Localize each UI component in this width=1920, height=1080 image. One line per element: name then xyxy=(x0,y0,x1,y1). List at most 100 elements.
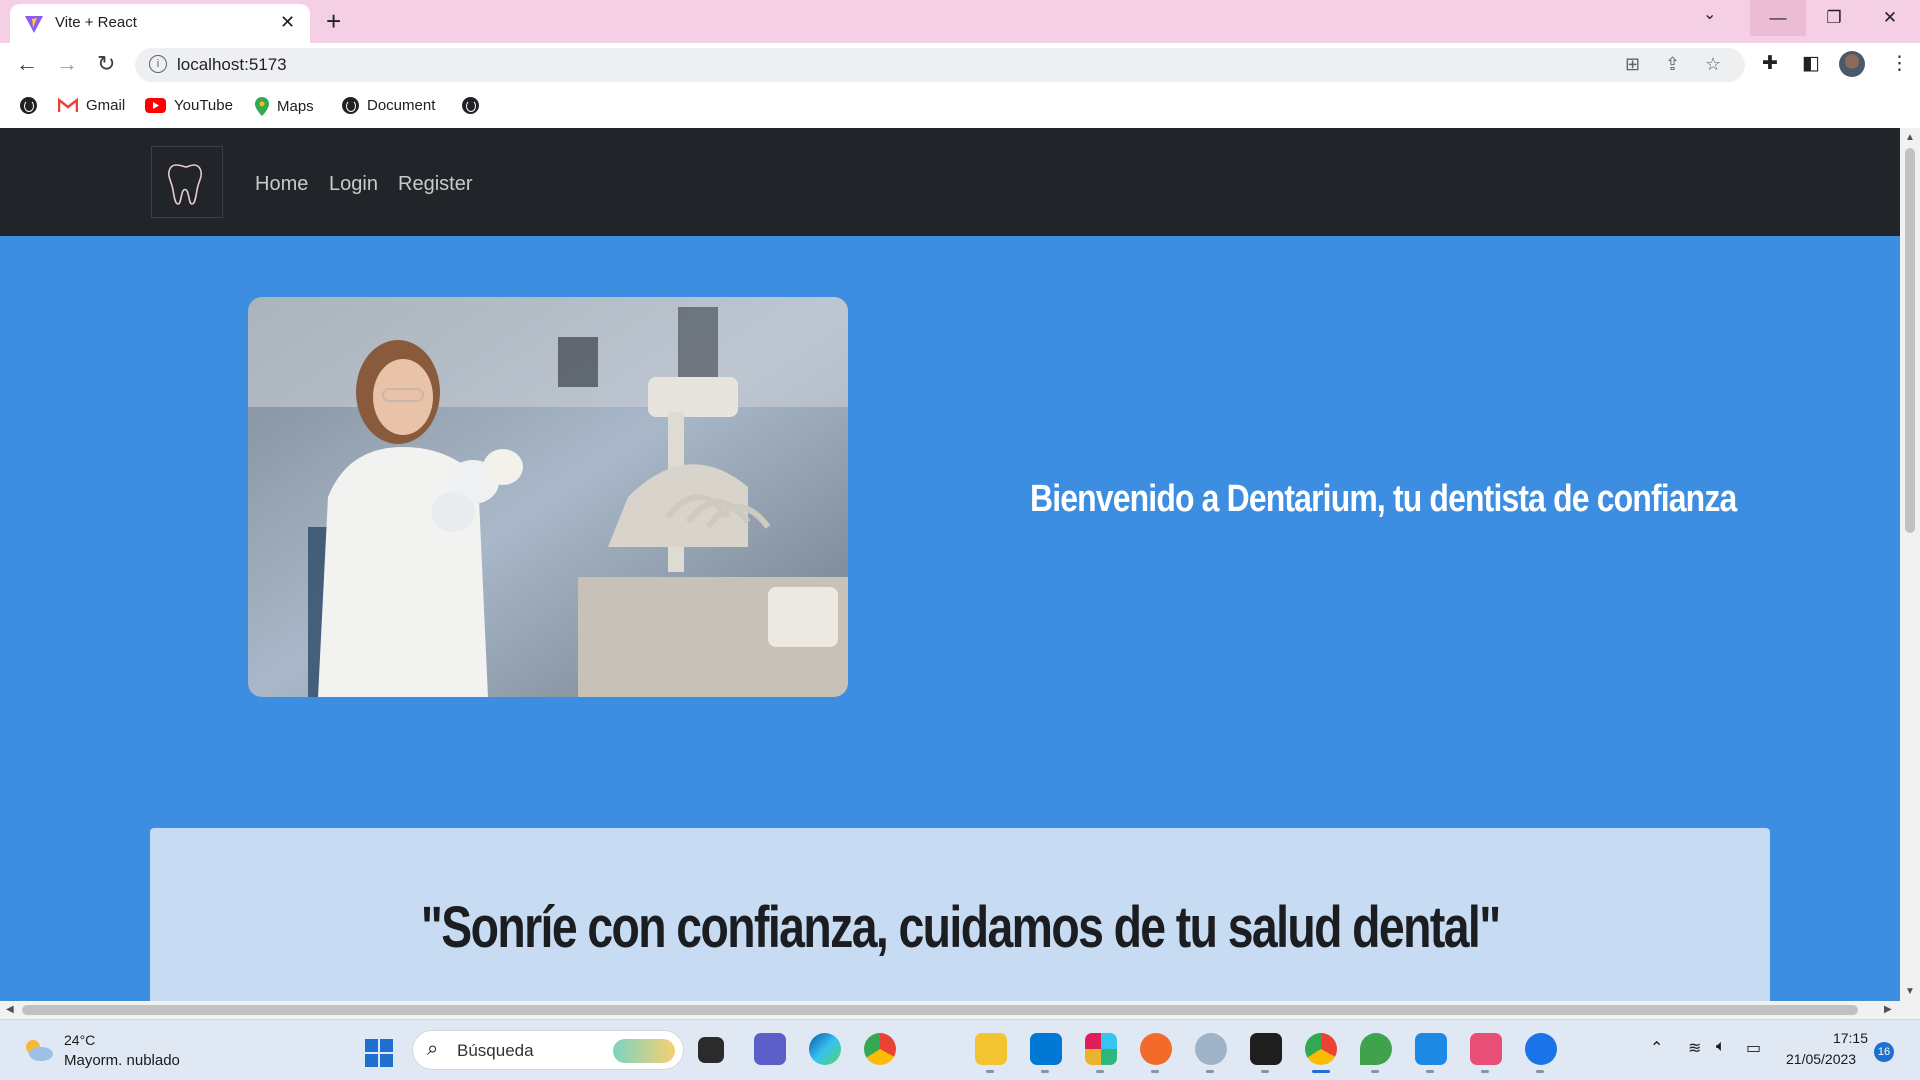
volume-icon[interactable]: 🔈︎ xyxy=(1716,1038,1726,1056)
search-placeholder: Búsqueda xyxy=(457,1041,534,1060)
task-view-icon[interactable] xyxy=(698,1037,724,1063)
reload-icon[interactable]: ↻ xyxy=(97,51,115,77)
search-icon: ⌕ xyxy=(427,1038,439,1060)
scroll-right-icon[interactable]: ▶ xyxy=(1884,1004,1892,1015)
bookmark-label: YouTube xyxy=(174,97,233,114)
running-indicator xyxy=(1536,1070,1544,1073)
battery-icon[interactable]: ▭ xyxy=(1746,1038,1761,1058)
bookmarks-bar: Gmail YouTube Maps Document xyxy=(0,86,1920,128)
vite-icon xyxy=(25,16,43,33)
tooth-logo-icon[interactable] xyxy=(151,146,223,218)
share-icon[interactable]: ⇪ xyxy=(1665,54,1680,75)
bookmark-label: Gmail xyxy=(86,97,126,114)
horizontal-scrollbar[interactable]: ◀ ▶ xyxy=(0,1001,1920,1019)
menu-icon[interactable]: ⋮ xyxy=(1890,52,1909,75)
globe-icon xyxy=(20,97,37,114)
terminal-icon[interactable] xyxy=(1250,1033,1282,1065)
site-navbar: Home Login Register xyxy=(0,128,1900,236)
weather-cloud-sun-icon[interactable] xyxy=(22,1038,54,1062)
bookmark-document[interactable]: Document xyxy=(342,97,435,114)
start-button-windows-icon[interactable] xyxy=(365,1039,393,1067)
scroll-up-icon[interactable]: ▲ xyxy=(1905,132,1915,143)
settings-gear-icon[interactable] xyxy=(1195,1033,1227,1065)
teams-icon[interactable] xyxy=(754,1033,786,1065)
translate-icon[interactable]: ⊞ xyxy=(1625,54,1640,75)
quote-text: "Sonríe con confianza, cuidamos de tu sa… xyxy=(420,895,1501,960)
dentist-photo xyxy=(248,297,848,697)
horizontal-scroll-thumb[interactable] xyxy=(22,1005,1858,1015)
tray-chevron-icon[interactable]: ⌃ xyxy=(1650,1038,1663,1058)
windows-taskbar: 24°C Mayorm. nublado ⌕ Búsqueda ⌃ ≋ 🔈︎ ▭… xyxy=(0,1019,1920,1080)
address-bar[interactable]: i localhost:5173 ⊞ ⇪ ☆ xyxy=(135,48,1745,82)
notepad-icon[interactable] xyxy=(1415,1033,1447,1065)
site-info-icon[interactable]: i xyxy=(149,55,167,73)
vscode-icon[interactable] xyxy=(1030,1033,1062,1065)
running-indicator xyxy=(1261,1070,1269,1073)
postman-icon[interactable] xyxy=(1140,1033,1172,1065)
bookmark-globe[interactable] xyxy=(20,97,37,114)
bookmark-maps[interactable]: Maps xyxy=(255,97,314,116)
globe-icon xyxy=(342,97,359,114)
bookmark-youtube[interactable]: YouTube xyxy=(145,97,233,114)
clock-date[interactable]: 21/05/2023 xyxy=(1786,1051,1856,1067)
gmail-icon xyxy=(58,98,78,112)
running-indicator xyxy=(1096,1070,1104,1073)
bookmark-globe-2[interactable] xyxy=(462,97,479,114)
hero-heading: Bienvenido a Dentarium, tu dentista de c… xyxy=(1030,478,1737,520)
taskbar-search[interactable]: ⌕ Búsqueda xyxy=(412,1030,684,1070)
scroll-left-icon[interactable]: ◀ xyxy=(6,1004,14,1015)
bookmark-gmail[interactable]: Gmail xyxy=(58,97,125,114)
running-indicator xyxy=(1481,1070,1489,1073)
weather-condition[interactable]: Mayorm. nublado xyxy=(64,1052,180,1069)
url-text[interactable]: localhost:5173 xyxy=(177,55,287,75)
snipping-tool-icon[interactable] xyxy=(1470,1033,1502,1065)
page-viewport: Home Login Register Bienvenido a Dentari… xyxy=(0,128,1900,1001)
quote-card: "Sonríe con confianza, cuidamos de tu sa… xyxy=(150,828,1770,1001)
extensions-icon[interactable]: ✚ xyxy=(1762,52,1778,75)
edge-icon[interactable] xyxy=(809,1033,841,1065)
browser-tabstrip: Vite + React ✕ + ⌄ — ❐ ✕ xyxy=(0,0,1920,43)
search-highlight-graphic xyxy=(613,1039,675,1063)
scroll-down-icon[interactable]: ▼ xyxy=(1905,986,1915,997)
tab-close-icon[interactable]: ✕ xyxy=(280,12,295,33)
notification-badge[interactable]: 16 xyxy=(1874,1042,1894,1062)
bookmark-star-icon[interactable]: ☆ xyxy=(1705,54,1721,75)
side-panel-icon[interactable]: ◧ xyxy=(1802,52,1820,75)
tab-title: Vite + React xyxy=(55,14,137,31)
vertical-scroll-thumb[interactable] xyxy=(1905,148,1915,533)
slack-icon[interactable] xyxy=(1085,1033,1117,1065)
weather-temp[interactable]: 24°C xyxy=(64,1032,95,1048)
nav-login-link[interactable]: Login xyxy=(329,173,378,196)
restore-button[interactable]: ❐ xyxy=(1806,0,1862,36)
tab-search-icon[interactable]: ⌄ xyxy=(1703,4,1716,24)
running-indicator xyxy=(1151,1070,1159,1073)
globe-icon xyxy=(462,97,479,114)
nav-home-link[interactable]: Home xyxy=(255,173,308,196)
wifi-icon[interactable]: ≋ xyxy=(1688,1038,1701,1058)
clock-time[interactable]: 17:15 xyxy=(1828,1030,1868,1046)
running-indicator xyxy=(1041,1070,1049,1073)
nav-register-link[interactable]: Register xyxy=(398,173,472,196)
bookmark-label: Maps xyxy=(277,98,314,115)
maps-pin-icon xyxy=(255,97,269,116)
window-close-button[interactable]: ✕ xyxy=(1862,0,1918,36)
vertical-scrollbar[interactable]: ▲ ▼ xyxy=(1900,128,1920,1001)
forward-icon[interactable]: → xyxy=(56,51,78,77)
browser-tab[interactable]: Vite + React ✕ xyxy=(10,4,310,43)
back-icon[interactable]: ← xyxy=(16,51,38,77)
active-indicator xyxy=(1312,1070,1330,1073)
minimize-button[interactable]: — xyxy=(1750,0,1806,36)
maps-app-icon[interactable] xyxy=(1525,1033,1557,1065)
profile-avatar[interactable] xyxy=(1839,51,1865,77)
chrome-icon[interactable] xyxy=(864,1033,896,1065)
running-indicator xyxy=(1206,1070,1214,1073)
browser-toolbar: ← → ↻ i localhost:5173 ⊞ ⇪ ☆ ✚ ◧ ⋮ xyxy=(0,43,1920,86)
mongodb-compass-icon[interactable] xyxy=(1360,1033,1392,1065)
file-explorer-icon[interactable] xyxy=(975,1033,1007,1065)
running-indicator xyxy=(1371,1070,1379,1073)
new-tab-button[interactable]: + xyxy=(326,6,341,37)
youtube-icon xyxy=(145,98,166,113)
running-indicator xyxy=(1426,1070,1434,1073)
running-indicator xyxy=(986,1070,994,1073)
chrome-active-icon[interactable] xyxy=(1305,1033,1337,1065)
